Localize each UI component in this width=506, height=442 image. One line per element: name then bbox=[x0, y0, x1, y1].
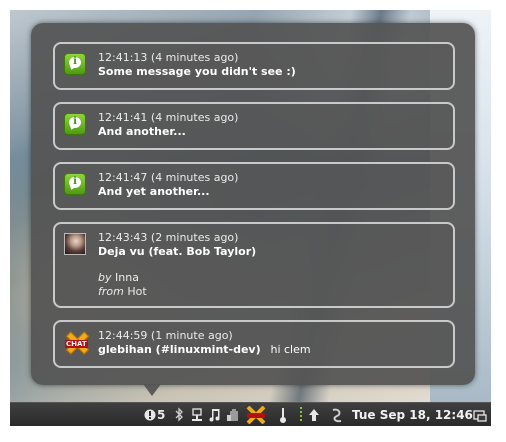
separator-handle-icon[interactable] bbox=[299, 406, 303, 424]
music-note-icon[interactable] bbox=[208, 406, 222, 424]
notification-count: 5 bbox=[157, 408, 166, 422]
notification-time: 12:41:41 (4 minutes ago) bbox=[98, 111, 239, 124]
notification-item[interactable]: i 12:41:13 (4 minutes ago) Some message … bbox=[53, 42, 455, 90]
info-icon: i bbox=[64, 173, 86, 195]
notification-time: 12:41:13 (4 minutes ago) bbox=[98, 51, 239, 64]
info-icon: i bbox=[64, 53, 86, 75]
notification-album-line: from Hot bbox=[98, 285, 147, 298]
clock[interactable]: Tue Sep 18, 12:46 bbox=[352, 406, 473, 424]
notification-item[interactable]: i 12:41:41 (4 minutes ago) And another..… bbox=[53, 102, 455, 150]
notifications-popup: i 12:41:13 (4 minutes ago) Some message … bbox=[31, 23, 475, 385]
notification-summary: glebihan (#linuxmint-dev) hi clem bbox=[98, 343, 311, 356]
notification-alert-icon[interactable]: 5 bbox=[144, 406, 170, 424]
chat-message: hi clem bbox=[270, 343, 311, 356]
album-name: Hot bbox=[127, 285, 147, 298]
bottom-panel: 5 Tue Sep 18, 12:46 bbox=[10, 402, 491, 426]
popup-pointer-arrow bbox=[143, 384, 161, 396]
bluetooth-icon[interactable] bbox=[173, 406, 185, 424]
notification-time: 12:43:43 (2 minutes ago) bbox=[98, 231, 239, 244]
notification-summary: Deja vu (feat. Bob Taylor) bbox=[98, 245, 257, 258]
album-art-icon bbox=[64, 233, 86, 255]
notification-summary: Some message you didn't see :) bbox=[98, 65, 296, 78]
network-icon[interactable] bbox=[190, 406, 204, 424]
notification-time: 12:41:47 (4 minutes ago) bbox=[98, 171, 239, 184]
notification-artist-line: by Inna bbox=[98, 271, 139, 284]
power-icon[interactable] bbox=[330, 406, 344, 424]
notification-time: 12:44:59 (1 minute ago) bbox=[98, 329, 233, 342]
info-icon: i bbox=[64, 113, 86, 135]
volume-icon[interactable] bbox=[276, 406, 290, 424]
update-arrow-icon[interactable] bbox=[308, 406, 320, 424]
notification-summary: And yet another... bbox=[98, 185, 210, 198]
by-label: by bbox=[98, 271, 112, 284]
notification-summary: And another... bbox=[98, 125, 186, 138]
from-label: from bbox=[98, 285, 124, 298]
notification-item[interactable]: CHAT 12:44:59 (1 minute ago) glebihan (#… bbox=[53, 320, 455, 368]
chat-sender: glebihan (#linuxmint-dev) bbox=[98, 343, 261, 356]
screenshot: i 12:41:13 (4 minutes ago) Some message … bbox=[0, 0, 506, 442]
show-desktop-icon[interactable] bbox=[473, 406, 487, 424]
battery-icon[interactable] bbox=[226, 406, 240, 424]
xchat-tray-icon[interactable] bbox=[244, 405, 268, 425]
xchat-icon: CHAT bbox=[64, 331, 90, 355]
artist-name: Inna bbox=[115, 271, 139, 284]
notification-item[interactable]: 12:43:43 (2 minutes ago) Deja vu (feat. … bbox=[53, 222, 455, 308]
notification-item[interactable]: i 12:41:47 (4 minutes ago) And yet anoth… bbox=[53, 162, 455, 210]
